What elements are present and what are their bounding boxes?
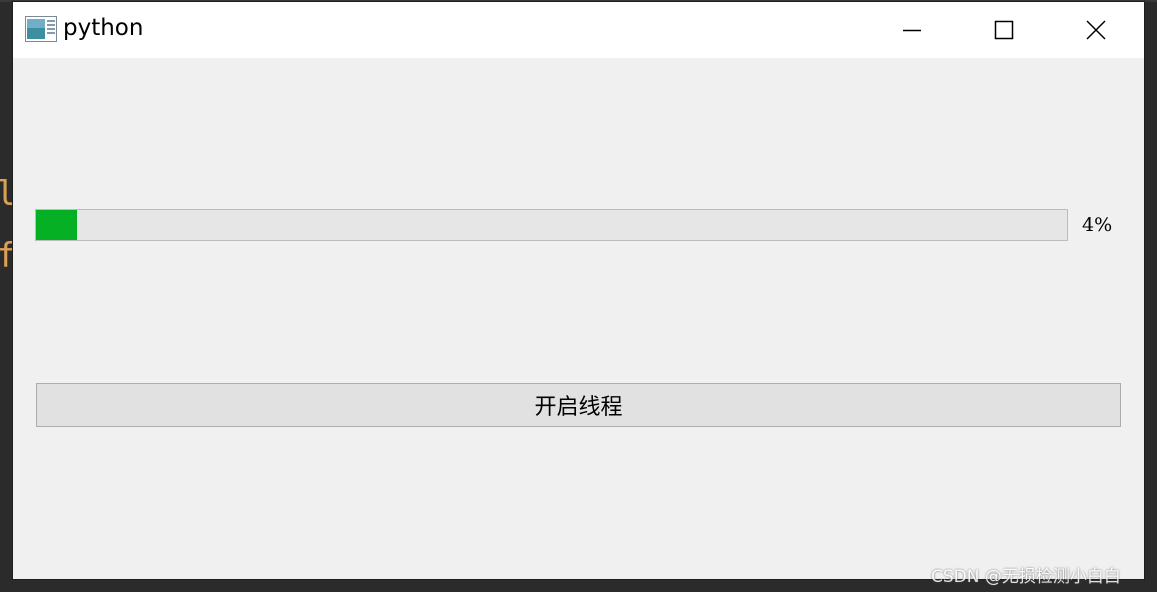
close-button[interactable] — [1050, 2, 1142, 58]
minimize-icon — [903, 29, 921, 32]
minimize-button[interactable] — [866, 2, 958, 58]
app-window-icon — [25, 16, 57, 42]
watermark: CSDN @无损检测小白白 — [931, 567, 1121, 587]
start-thread-button[interactable]: 开启线程 — [36, 383, 1121, 427]
progress-bar-fill — [36, 210, 78, 240]
close-icon — [1086, 20, 1106, 40]
app-window: python 4% 开启线程 — [13, 2, 1144, 579]
progress-bar — [35, 209, 1068, 241]
title-bar[interactable]: python — [13, 2, 1144, 58]
progress-percent-label: 4% — [1082, 214, 1113, 236]
maximize-button[interactable] — [958, 2, 1050, 58]
window-title: python — [63, 15, 144, 41]
maximize-icon — [994, 20, 1014, 40]
